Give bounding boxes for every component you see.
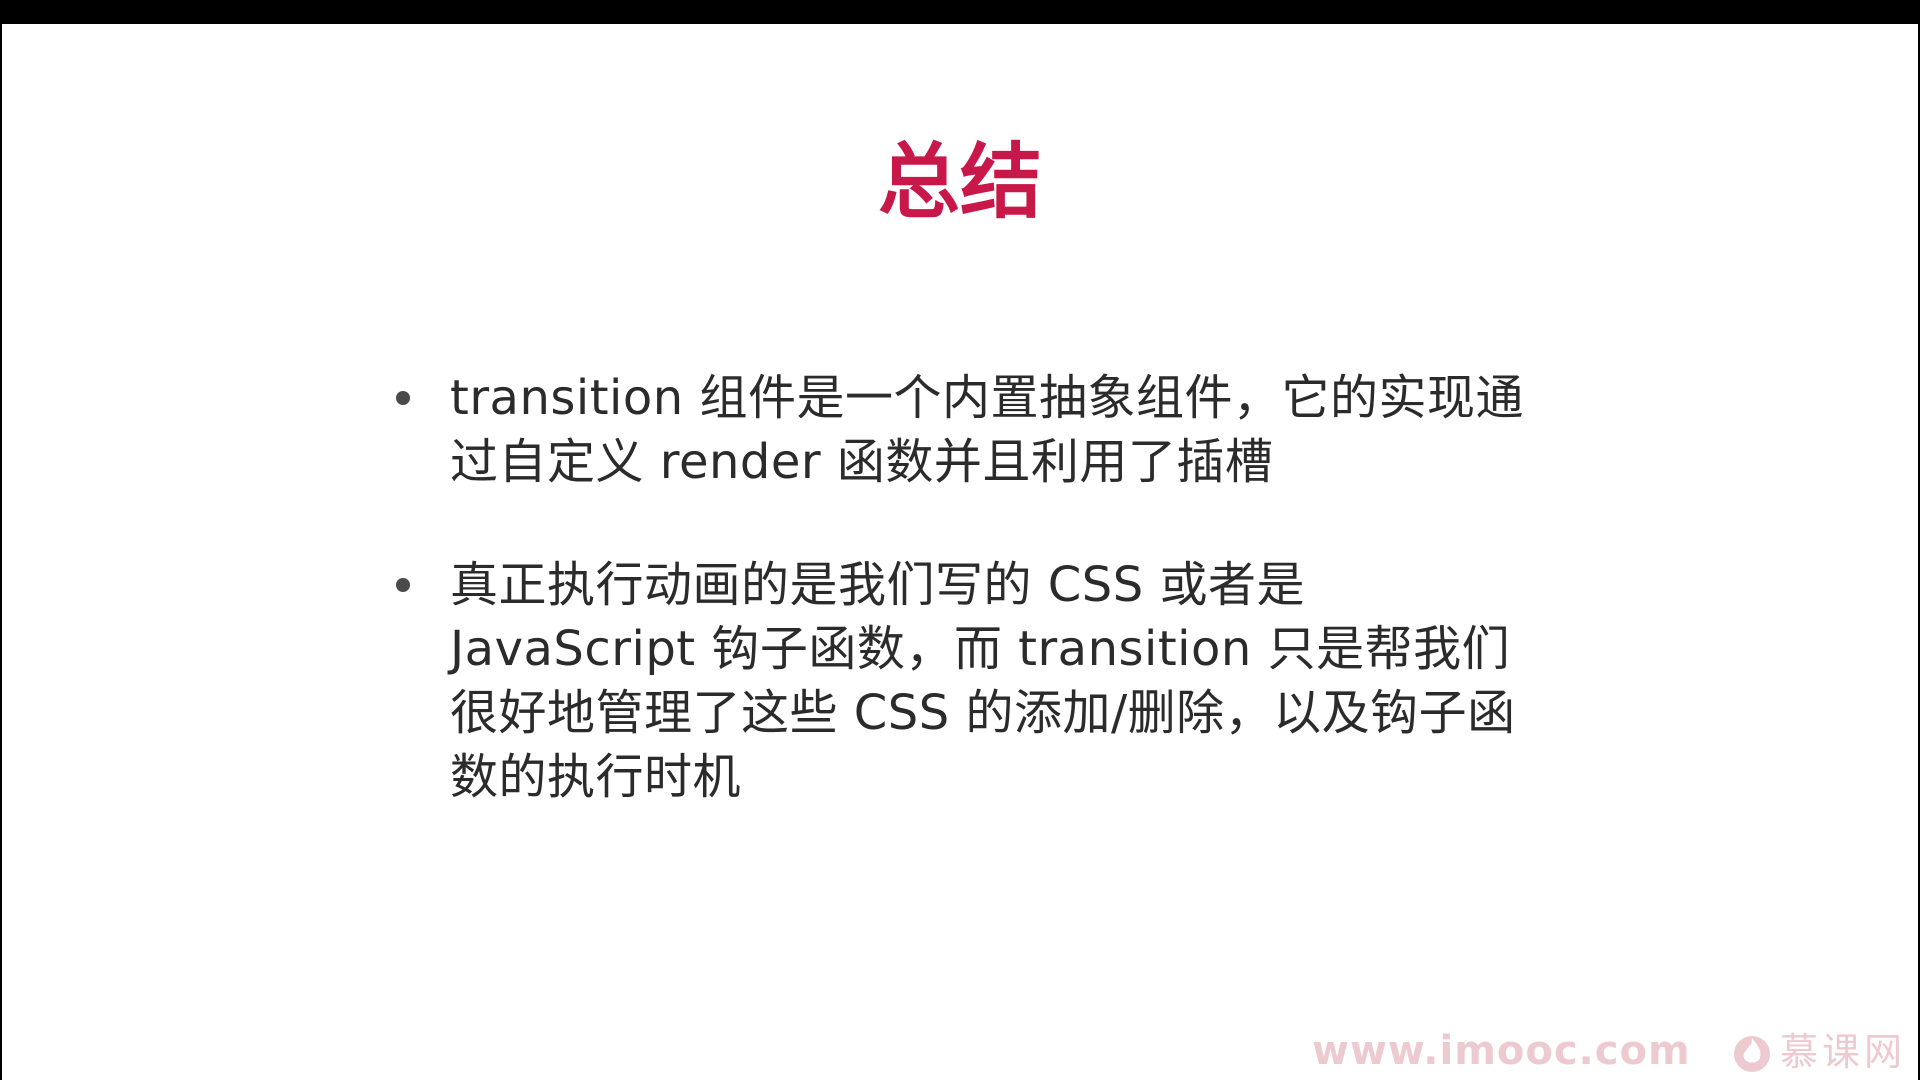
bullet-line: JavaScript 钩子函数，而 transition 只是帮我们 xyxy=(450,621,1511,677)
bullet-line: 过自定义 render 函数并且利用了插槽 xyxy=(450,434,1274,490)
bullet-line: 很好地管理了这些 CSS 的添加/删除，以及钩子函 xyxy=(450,685,1516,741)
bullet-line: 数的执行时机 xyxy=(450,749,742,805)
bullet-line: transition 组件是一个内置抽象组件，它的实现通 xyxy=(450,370,1524,426)
bullet-item-1: transition 组件是一个内置抽象组件，它的实现通 过自定义 render… xyxy=(392,366,1652,494)
watermark-logo: 慕课网 xyxy=(1732,1028,1906,1076)
top-black-bar xyxy=(0,0,1920,24)
bullet-dot-icon xyxy=(396,391,410,405)
bullet-dot-icon xyxy=(396,578,410,592)
footer-watermark: www.imooc.com 慕课网 xyxy=(2,1024,1918,1080)
bullet-list: transition 组件是一个内置抽象组件，它的实现通 过自定义 render… xyxy=(392,366,1652,868)
bullet-item-2: 真正执行动画的是我们写的 CSS 或者是 JavaScript 钩子函数，而 t… xyxy=(392,553,1652,809)
slide-title: 总结 xyxy=(877,135,1042,230)
watermark-brand: 慕课网 xyxy=(1780,1030,1907,1074)
flame-icon xyxy=(1734,1036,1770,1072)
watermark-url: www.imooc.com xyxy=(1312,1028,1691,1074)
bullet-line: 真正执行动画的是我们写的 CSS 或者是 xyxy=(450,557,1305,613)
slide: 总结 transition 组件是一个内置抽象组件，它的实现通 过自定义 ren… xyxy=(2,24,1918,1080)
